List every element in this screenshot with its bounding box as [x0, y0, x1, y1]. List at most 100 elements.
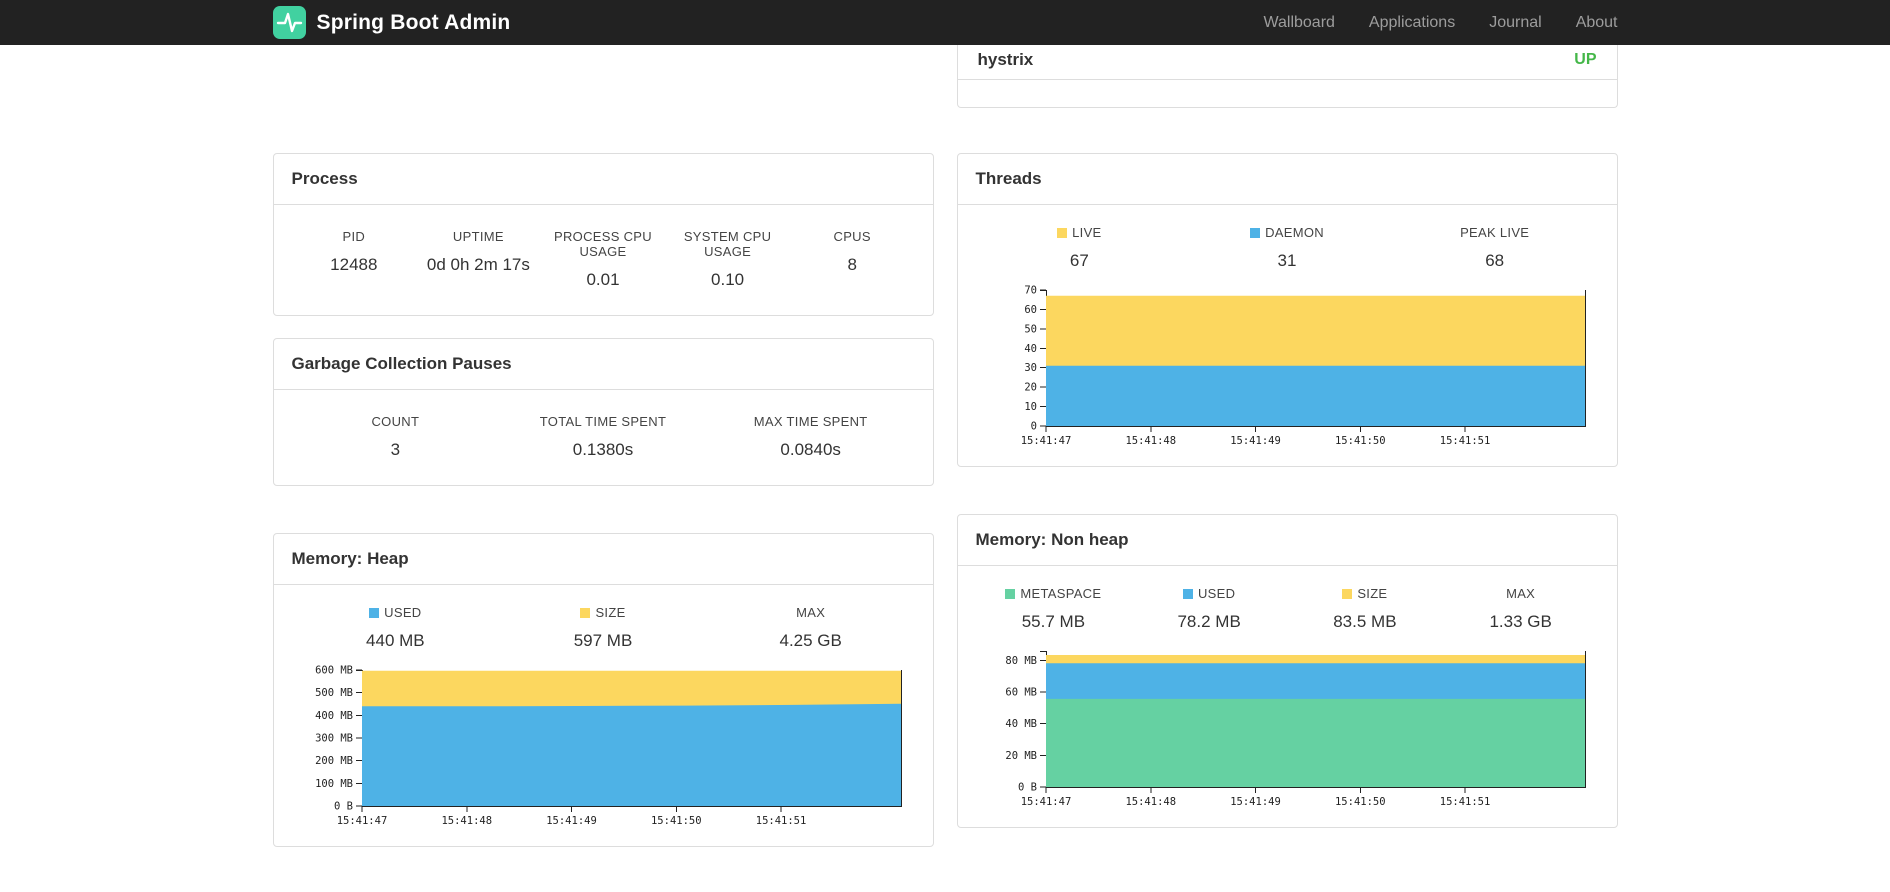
stat-gc-count: COUNT 3	[292, 414, 500, 461]
legend-swatch-used-icon	[1182, 589, 1193, 599]
status-badge: UP	[1574, 51, 1597, 68]
heap-chart: 0 B 100 MB 200 MB 300 MB 400 MB 500 MB 600 MB 1…	[292, 662, 915, 832]
svg-text:0 B: 0 B	[334, 801, 353, 813]
threads-chart: 0 10 20 30 40 50 60 70 15:41:47 15:41:48 15:41:49 1…	[976, 282, 1599, 452]
stat-label: LIVE	[1072, 225, 1102, 240]
svg-text:50: 50	[1024, 323, 1037, 335]
nav-item-wallboard[interactable]: Wallboard	[1263, 14, 1334, 32]
stat-value: 67	[1069, 251, 1089, 270]
stat-value: 0.1380s	[572, 440, 634, 459]
svg-text:200 MB: 200 MB	[315, 755, 353, 767]
stat-nonheap-size: SIZE 83.5 MB	[1287, 586, 1443, 633]
stat-value: 0d 0h 2m 17s	[426, 255, 530, 274]
stat-label: CPUS	[833, 229, 871, 244]
svg-text:20: 20	[1024, 382, 1037, 394]
stat-label: METASPACE	[1020, 586, 1102, 601]
svg-text:10: 10	[1024, 401, 1037, 413]
stat-value: 55.7 MB	[1021, 612, 1086, 631]
gc-stats: COUNT 3 TOTAL TIME SPENT 0.1380s MAX TIM…	[292, 414, 915, 461]
stat-heap-max: MAX 4.25 GB	[707, 605, 915, 652]
legend-swatch-daemon-icon	[1250, 228, 1261, 238]
stat-label: SYSTEM CPU USAGE	[683, 229, 772, 259]
stat-gc-total-time: TOTAL TIME SPENT 0.1380s	[499, 414, 707, 461]
nonheap-panel: Memory: Non heap METASPACE 55.7 MB USED	[956, 514, 1618, 828]
svg-text:60 MB: 60 MB	[1005, 687, 1037, 699]
legend-swatch-size-icon	[1342, 589, 1353, 599]
svg-text:15:41:48: 15:41:48	[441, 815, 492, 827]
left-column: Process PID 12488 UPTIME 0d 0h 2m 17s PR…	[272, 45, 934, 847]
svg-text:500 MB: 500 MB	[315, 687, 353, 699]
application-status-panel: hystrix UP	[956, 45, 1618, 108]
stat-uptime: UPTIME 0d 0h 2m 17s	[416, 229, 541, 291]
legend-swatch-used-icon	[369, 608, 380, 618]
gc-panel: Garbage Collection Pauses COUNT 3 TOTAL …	[272, 338, 934, 486]
stat-nonheap-metaspace: METASPACE 55.7 MB	[976, 586, 1132, 633]
nav-item-about[interactable]: About	[1576, 14, 1618, 32]
application-status-row: hystrix UP	[957, 45, 1617, 80]
nav-item-journal[interactable]: Journal	[1489, 14, 1541, 32]
stat-nonheap-used: USED 78.2 MB	[1131, 586, 1287, 633]
svg-text:15:41:51: 15:41:51	[1439, 435, 1490, 447]
svg-text:400 MB: 400 MB	[315, 710, 353, 722]
threads-stats: LIVE 67 DAEMON 31 PEAK LIVE 68	[976, 225, 1599, 272]
svg-text:15:41:50: 15:41:50	[650, 815, 701, 827]
legend-swatch-size-icon	[580, 608, 591, 618]
nav-item-applications[interactable]: Applications	[1369, 14, 1455, 32]
stat-label: PID	[342, 229, 366, 244]
stat-process-cpu: PROCESS CPU USAGE 0.01	[541, 229, 666, 291]
nonheap-stats: METASPACE 55.7 MB USED 78.2 MB SIZE 83.5…	[976, 586, 1599, 633]
stat-value: 83.5 MB	[1333, 612, 1397, 631]
svg-text:15:41:51: 15:41:51	[755, 815, 806, 827]
svg-text:70: 70	[1024, 285, 1037, 297]
stat-system-cpu: SYSTEM CPU USAGE 0.10	[665, 229, 790, 291]
nonheap-chart: 0 B 20 MB 40 MB 60 MB 80 MB 15:41:47 15:41:48 1…	[976, 643, 1599, 813]
process-stats: PID 12488 UPTIME 0d 0h 2m 17s PROCESS CP…	[292, 229, 915, 291]
stat-value: 0.01	[586, 270, 620, 289]
brand-logo-icon	[272, 6, 306, 39]
stat-heap-size: SIZE 597 MB	[499, 605, 707, 652]
stat-label: DAEMON	[1265, 225, 1324, 240]
stat-label: USED	[1197, 586, 1236, 601]
stat-label: MAX	[1506, 586, 1536, 601]
threads-panel: Threads LIVE 67 DAEMON 31 PEAK LIVE 68 0…	[956, 153, 1618, 467]
svg-text:100 MB: 100 MB	[315, 778, 353, 790]
heap-panel: Memory: Heap USED 440 MB SIZE 597 MB MAX…	[272, 533, 934, 847]
brand[interactable]: Spring Boot Admin	[272, 6, 511, 39]
svg-text:15:41:47: 15:41:47	[336, 815, 387, 827]
svg-text:20 MB: 20 MB	[1005, 750, 1037, 762]
stat-value: 8	[847, 255, 857, 274]
process-panel-title: Process	[273, 154, 933, 205]
svg-text:60: 60	[1024, 304, 1037, 316]
threads-panel-title: Threads	[957, 154, 1617, 205]
right-column: hystrix UP Threads LIVE 67 DAEMON 31 PEA…	[956, 45, 1618, 828]
stat-value: 3	[390, 440, 401, 459]
svg-text:15:41:49: 15:41:49	[1230, 796, 1281, 808]
stat-label: MAX TIME SPENT	[753, 414, 868, 429]
stat-threads-peak: PEAK LIVE 68	[1391, 225, 1599, 272]
svg-text:600 MB: 600 MB	[315, 665, 353, 677]
stat-label: MAX	[796, 605, 826, 620]
application-name-link[interactable]: hystrix	[978, 50, 1034, 70]
stat-gc-max-time: MAX TIME SPENT 0.0840s	[707, 414, 915, 461]
svg-text:15:41:48: 15:41:48	[1125, 796, 1176, 808]
gc-panel-title: Garbage Collection Pauses	[273, 339, 933, 390]
main-content: Process PID 12488 UPTIME 0d 0h 2m 17s PR…	[272, 45, 1618, 847]
stat-value: 4.25 GB	[779, 631, 842, 650]
stat-threads-live: LIVE 67	[976, 225, 1184, 272]
svg-text:15:41:47: 15:41:47	[1020, 796, 1071, 808]
heap-stats: USED 440 MB SIZE 597 MB MAX 4.25 GB	[292, 605, 915, 652]
svg-text:0: 0	[1030, 421, 1036, 433]
svg-text:40 MB: 40 MB	[1005, 718, 1037, 730]
stat-value: 12488	[330, 255, 378, 274]
stat-threads-daemon: DAEMON 31	[1183, 225, 1391, 272]
stat-pid: PID 12488	[292, 229, 417, 291]
stat-heap-used: USED 440 MB	[292, 605, 500, 652]
nav-menu: Wallboard Applications Journal About	[1263, 14, 1617, 32]
stat-value: 0.10	[711, 270, 745, 289]
process-panel: Process PID 12488 UPTIME 0d 0h 2m 17s PR…	[272, 153, 934, 316]
stat-value: 78.2 MB	[1177, 612, 1241, 631]
svg-text:30: 30	[1024, 362, 1037, 374]
legend-swatch-metaspace-icon	[1005, 589, 1016, 599]
stat-value: 1.33 GB	[1489, 612, 1552, 631]
stat-label: PROCESS CPU USAGE	[554, 229, 652, 259]
